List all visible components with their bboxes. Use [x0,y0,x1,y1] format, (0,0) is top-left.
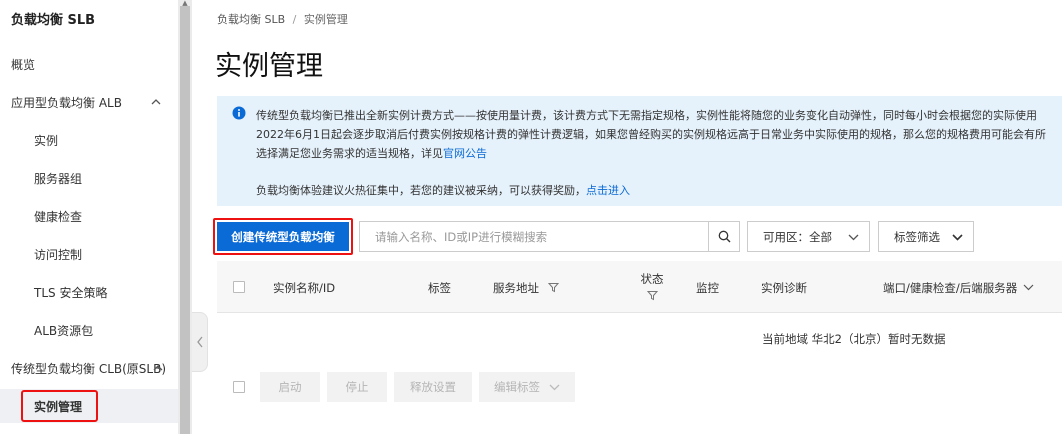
column-header-tags: 标签 [428,281,451,295]
column-header-label: 服务地址 [493,281,539,295]
notice-text: 选择满足您业务需求的适当规格，详见 [256,147,443,160]
info-icon [232,106,246,120]
search-button[interactable] [708,222,739,251]
notice-line-2: 2022年6月1日起会逐步取消后付费实例按规格计费的弹性计费逻辑，如果您曾经购买… [256,128,1046,141]
chevron-up-icon [153,365,163,371]
sidebar-item-label: 概览 [11,57,36,72]
sidebar-item-server-groups[interactable]: 服务器组 [0,161,178,195]
column-header-label: 端口/健康检查/后端服务器 [883,281,1018,295]
sidebar-item-label: 访问控制 [34,247,83,262]
notice-line-1: 传统型负载均衡已推出全新实例计费方式——按使用量计费，该计费方式下无需指定规格，… [256,109,1037,122]
bulk-select-checkbox[interactable] [233,381,245,393]
breadcrumb-root[interactable]: 负载均衡 SLB [217,13,285,26]
sidebar-item-label: 服务器组 [34,171,83,186]
sidebar-scrollbar-thumb[interactable] [180,6,190,434]
select-all-checkbox[interactable] [233,281,245,293]
sidebar-item-label: 实例 [34,133,59,148]
sidebar-item-clb[interactable]: 传统型负载均衡 CLB(原SLB) [0,351,178,385]
chevron-left-icon [196,336,203,348]
column-header-monitor: 监控 [696,281,719,295]
sidebar-item-label: 实例管理 [34,399,83,414]
sidebar-title: 负载均衡 SLB [11,13,96,28]
sidebar-item-label: 健康检查 [34,209,83,224]
notice-line-3: 选择满足您业务需求的适当规格，详见官网公告 [256,145,487,161]
sidebar-item-instances[interactable]: 实例 [0,123,178,157]
sidebar-collapse-button[interactable] [192,312,208,372]
sidebar-item-alb[interactable]: 应用型负载均衡 ALB [0,85,178,119]
sidebar-item-label: 应用型负载均衡 ALB [11,95,122,110]
notice-line-4: 负载均衡体验建议火热征集中，若您的建议被采纳，可以获得奖励，点击进入 [256,182,630,198]
filter-icon[interactable] [646,290,658,301]
breadcrumb-current: 实例管理 [303,13,348,26]
sidebar-item-access-control[interactable]: 访问控制 [0,237,178,271]
zone-filter-label: 可用区：全部 [763,229,832,244]
search-input[interactable] [360,222,708,251]
zone-filter-dropdown[interactable]: 可用区：全部 [747,221,870,252]
create-clb-button[interactable]: 创建传统型负载均衡 [217,222,349,251]
column-header-ports: 端口/健康检查/后端服务器 [883,280,1034,296]
column-header-diagnosis: 实例诊断 [761,281,807,295]
sidebar-item-overview[interactable]: 概览 [0,47,178,81]
feedback-link[interactable]: 点击进入 [586,184,630,197]
chevron-down-icon [549,384,560,390]
chevron-down-icon [848,234,859,241]
column-header-status: 状态 [639,271,665,304]
notice-text: 负载均衡体验建议火热征集中，若您的建议被采纳，可以获得奖励， [256,184,586,197]
sidebar-item-health-check[interactable]: 健康检查 [0,199,178,233]
search-box [359,221,740,252]
edit-tags-button[interactable]: 编辑标签 [479,372,575,402]
notice-banner: 传统型负载均衡已推出全新实例计费方式——按使用量计费，该计费方式下无需指定规格，… [217,96,1062,206]
sidebar-item-instance-management[interactable]: 实例管理 [0,389,178,423]
sidebar: 负载均衡 SLB 概览 应用型负载均衡 ALB 实例 服务器组 健康检查 访问控… [0,0,178,434]
sidebar-item-alb-packages[interactable]: ALB资源包 [0,313,178,347]
stop-button[interactable]: 停止 [327,372,387,402]
announcement-link[interactable]: 官网公告 [443,147,487,160]
scroll-up-icon[interactable]: ▲ [181,0,189,7]
tag-filter-dropdown[interactable]: 标签筛选 [878,221,974,252]
sidebar-item-label: TLS 安全策略 [34,285,108,300]
column-header-name: 实例名称/ID [273,281,336,295]
tag-filter-label: 标签筛选 [894,229,940,244]
table-header: 实例名称/ID 标签 服务地址 状态 监控 实例诊断 端口/健康检查/后端服务器 [217,261,1062,313]
table-empty-message: 当前地域 华北2（北京）暂时无数据 [762,332,946,346]
chevron-up-icon [151,99,161,105]
release-settings-button[interactable]: 释放设置 [394,372,472,402]
column-header-label: 状态 [640,272,664,286]
search-icon [718,230,730,243]
sidebar-item-label: ALB资源包 [34,323,94,338]
sidebar-item-tls-policy[interactable]: TLS 安全策略 [0,275,178,309]
chevron-down-icon[interactable] [1023,283,1034,292]
breadcrumb-separator: / [292,13,297,26]
page-title: 实例管理 [215,51,323,82]
start-button[interactable]: 启动 [260,372,320,402]
edit-tags-label: 编辑标签 [494,382,540,394]
filter-icon[interactable] [547,282,559,293]
chevron-down-icon [952,234,963,241]
column-header-address: 服务地址 [493,280,559,296]
sidebar-item-label: 传统型负载均衡 CLB(原SLB) [11,361,167,376]
breadcrumb: 负载均衡 SLB / 实例管理 [217,11,348,27]
